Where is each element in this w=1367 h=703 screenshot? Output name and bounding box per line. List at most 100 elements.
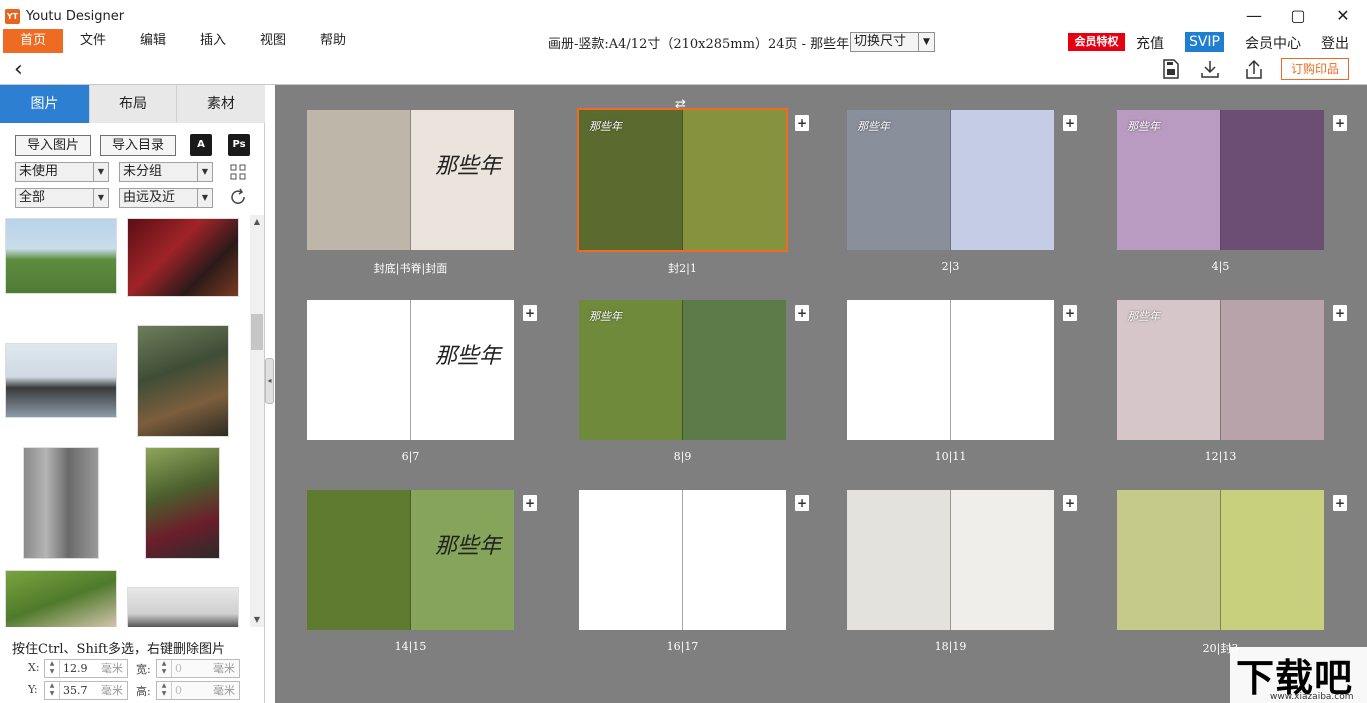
spread-thumbnail[interactable]: 那些年 bbox=[1117, 300, 1324, 440]
width-input[interactable]: ▲ ▼ 0 毫米 bbox=[156, 659, 240, 678]
acrobat-icon[interactable]: A bbox=[190, 134, 212, 156]
sort-order-select[interactable]: 由远及近 ▼ bbox=[119, 188, 213, 208]
menu-edit[interactable]: 编辑 bbox=[128, 29, 178, 53]
document-info: 画册-竖款:A4/12寸（210x285mm）24页 - 那些年 bbox=[548, 37, 850, 52]
usage-filter-label: 未使用 bbox=[19, 164, 59, 179]
spread-fold bbox=[950, 110, 951, 250]
spread-thumbnail[interactable]: 那些年 bbox=[307, 110, 514, 250]
tab-photos[interactable]: 图片 bbox=[0, 85, 90, 123]
add-page-icon[interactable]: + bbox=[795, 115, 809, 131]
spread-thumbnail[interactable]: 那些年 bbox=[1117, 110, 1324, 250]
recharge-link[interactable]: 充值 bbox=[1136, 33, 1164, 53]
add-page-icon[interactable]: + bbox=[1063, 115, 1077, 131]
spread-canvas: ⇄ 那些年 封底|书脊|封面 那些年 封2|1 + 那些年 2|3 + 那些年 4|5 + 那些年 6|… bbox=[275, 85, 1367, 703]
import-photos-button[interactable]: 导入图片 bbox=[15, 135, 91, 156]
share-upload-icon[interactable] bbox=[1243, 58, 1265, 80]
minimize-button[interactable]: — bbox=[1234, 4, 1274, 28]
spread-thumbnail[interactable] bbox=[847, 490, 1054, 630]
photo-thumbnail[interactable] bbox=[127, 587, 239, 627]
member-center-link[interactable]: 会员中心 bbox=[1245, 33, 1301, 53]
add-page-icon[interactable]: + bbox=[523, 495, 537, 511]
close-button[interactable]: ✕ bbox=[1323, 4, 1363, 28]
photo-thumbnail[interactable] bbox=[145, 447, 220, 559]
spread-thumbnail[interactable]: 那些年 bbox=[307, 490, 514, 630]
spread-fold bbox=[682, 300, 683, 440]
spread-fold bbox=[682, 490, 683, 630]
group-filter-select[interactable]: 未分组 ▼ bbox=[119, 162, 213, 182]
x-position-value: 12.9 bbox=[63, 662, 88, 675]
spread-page-label: 14|15 bbox=[394, 640, 427, 653]
menu-insert[interactable]: 插入 bbox=[188, 29, 238, 53]
photo-thumbnail[interactable] bbox=[23, 447, 99, 559]
refresh-icon[interactable] bbox=[229, 188, 247, 206]
download-icon[interactable] bbox=[1199, 58, 1221, 80]
height-input[interactable]: ▲ ▼ 0 毫米 bbox=[156, 681, 240, 700]
scroll-up-icon[interactable]: ▲ bbox=[250, 215, 264, 229]
svip-badge[interactable]: SVIP bbox=[1185, 32, 1224, 52]
photo-thumbnail[interactable] bbox=[5, 570, 117, 627]
maximize-button[interactable]: ▢ bbox=[1278, 4, 1318, 28]
selection-hint: 按住Ctrl、Shift多选，右键删除图片 bbox=[12, 642, 226, 657]
photoshop-icon[interactable]: Ps bbox=[228, 134, 250, 156]
photo-thumbnail[interactable] bbox=[5, 343, 117, 418]
grid-view-icon[interactable] bbox=[230, 164, 246, 180]
add-page-icon[interactable]: + bbox=[1333, 305, 1347, 321]
sort-order-label: 由远及近 bbox=[123, 190, 176, 205]
usage-filter-select[interactable]: 未使用 ▼ bbox=[15, 162, 109, 182]
height-unit: 毫米 bbox=[213, 684, 235, 697]
import-folder-button[interactable]: 导入目录 bbox=[100, 135, 176, 156]
spread-thumbnail[interactable]: 那些年 bbox=[307, 300, 514, 440]
photo-thumbnail[interactable] bbox=[127, 218, 239, 297]
spread-thumbnail[interactable]: 那些年 bbox=[577, 108, 788, 252]
menu-view[interactable]: 视图 bbox=[248, 29, 298, 53]
scope-filter-select[interactable]: 全部 ▼ bbox=[15, 188, 109, 208]
add-page-icon[interactable]: + bbox=[795, 305, 809, 321]
scroll-down-icon[interactable]: ▼ bbox=[250, 613, 264, 627]
y-position-input[interactable]: ▲ ▼ 35.7 毫米 bbox=[44, 681, 128, 700]
tab-layout[interactable]: 布局 bbox=[90, 85, 177, 123]
save-document-icon[interactable] bbox=[1160, 58, 1182, 80]
photo-thumbnail[interactable] bbox=[5, 218, 117, 294]
spread-thumbnail[interactable] bbox=[579, 490, 786, 630]
spinner-icon[interactable]: ▲ ▼ bbox=[157, 682, 172, 699]
x-position-input[interactable]: ▲ ▼ 12.9 毫米 bbox=[44, 659, 128, 678]
spread-thumbnail[interactable] bbox=[847, 300, 1054, 440]
spread-fold bbox=[950, 300, 951, 440]
photo-list-scrollbar[interactable]: ▲ ▼ bbox=[250, 215, 264, 627]
spread-thumbnail[interactable]: 那些年 bbox=[579, 300, 786, 440]
add-page-icon[interactable]: + bbox=[523, 305, 537, 321]
width-unit: 毫米 bbox=[213, 662, 235, 675]
vip-privilege-badge[interactable]: 会员特权 bbox=[1068, 33, 1125, 51]
spinner-icon[interactable]: ▲ ▼ bbox=[45, 660, 60, 677]
switch-size-select[interactable]: 切换尺寸 ▼ bbox=[850, 32, 935, 52]
back-button[interactable]: ‹ bbox=[14, 57, 23, 82]
photo-thumbnail[interactable] bbox=[137, 325, 229, 437]
chevron-down-icon: ▼ bbox=[93, 189, 108, 207]
add-page-icon[interactable]: + bbox=[1333, 115, 1347, 131]
spread-thumbnail[interactable]: 那些年 bbox=[847, 110, 1054, 250]
menu-home[interactable]: 首页 bbox=[3, 29, 63, 53]
sidebar-collapse-handle[interactable]: ◂ bbox=[265, 358, 274, 404]
spread-title-logo: 那些年 bbox=[435, 534, 502, 559]
spinner-icon[interactable]: ▲ ▼ bbox=[157, 660, 172, 677]
add-page-icon[interactable]: + bbox=[1063, 305, 1077, 321]
x-unit: 毫米 bbox=[101, 662, 123, 675]
add-page-icon[interactable]: + bbox=[795, 495, 809, 511]
spread-page-label: 16|17 bbox=[666, 640, 699, 653]
spread-page-label: 10|11 bbox=[934, 450, 967, 463]
group-filter-label: 未分组 bbox=[123, 164, 163, 179]
menu-file[interactable]: 文件 bbox=[68, 29, 118, 53]
spread-page-label: 18|19 bbox=[934, 640, 967, 653]
order-prints-button[interactable]: 订购印品 bbox=[1281, 58, 1349, 80]
spread-fold bbox=[950, 490, 951, 630]
width-label: 宽: bbox=[136, 663, 151, 676]
scrollbar-thumb[interactable] bbox=[251, 314, 263, 350]
spread-page-label: 12|13 bbox=[1204, 450, 1237, 463]
spread-thumbnail[interactable] bbox=[1117, 490, 1324, 630]
spinner-icon[interactable]: ▲ ▼ bbox=[45, 682, 60, 699]
logout-link[interactable]: 登出 bbox=[1321, 33, 1349, 53]
tab-materials[interactable]: 素材 bbox=[177, 85, 265, 123]
add-page-icon[interactable]: + bbox=[1063, 495, 1077, 511]
add-page-icon[interactable]: + bbox=[1333, 495, 1347, 511]
menu-help[interactable]: 帮助 bbox=[308, 29, 358, 53]
